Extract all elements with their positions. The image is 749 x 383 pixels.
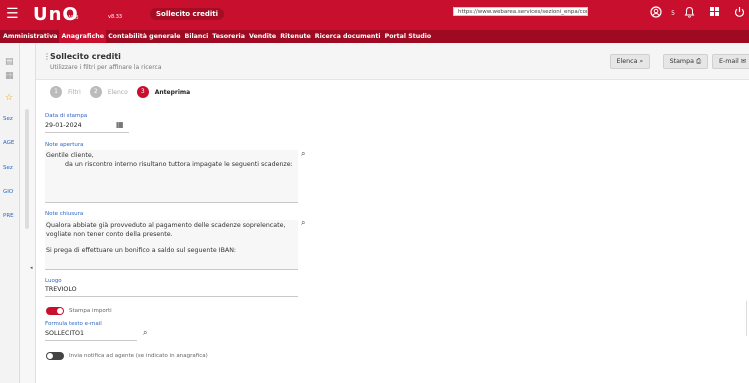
stampa-button[interactable]: Stampa ⎙ — [662, 54, 708, 69]
printer-icon: ⎙ — [695, 58, 701, 65]
search-icon: ⌕ — [639, 58, 643, 65]
luogo-input[interactable]: TREVIOLO — [45, 286, 77, 293]
wizard-steps: 1 Filtri 2 Elenco 3 Anteprima — [50, 85, 199, 99]
luogo-underline — [45, 296, 298, 297]
search-icon[interactable]: ⌕ — [301, 149, 305, 159]
top-bar: ☰ UnO WEB v8.33 Sollecito crediti https:… — [0, 0, 749, 30]
sidebar-item-age[interactable]: AGE — [3, 140, 14, 146]
invia-notifica-toggle[interactable] — [46, 352, 64, 360]
page-subtitle: Utilizzare i filtri per affinare la rice… — [50, 64, 162, 71]
formula-label: Formula testo e-mail — [45, 321, 102, 327]
nav-item-bilanci[interactable]: Bilanci — [183, 30, 211, 43]
step-label: Filtri — [68, 88, 81, 96]
layout-icon[interactable]: ▦ — [5, 71, 14, 81]
toggle-knob — [47, 353, 53, 359]
sidebar-item-pre[interactable]: PRE — [3, 213, 14, 219]
data-stampa-input[interactable]: 29-01-2024 — [45, 122, 82, 129]
user-icon[interactable]: 5 — [650, 6, 675, 24]
main-navbar: Amministrativa Anagrafiche Contabilità gen… — [0, 30, 749, 43]
formula-underline — [45, 340, 137, 341]
collapse-marker-icon[interactable]: ◂ — [30, 265, 33, 271]
email-button[interactable]: E-mail ✉ — [711, 54, 749, 69]
sidebar-item-sez-1[interactable]: Sez — [3, 116, 13, 122]
nav-item-tesoreria[interactable]: Tesoreria — [210, 30, 247, 43]
nav-item-amministrativa[interactable]: Amministrativa — [0, 30, 59, 43]
nav-item-portal-studio[interactable]: Portal Studio — [383, 30, 434, 43]
envelope-icon: ✉ — [740, 58, 746, 65]
bell-icon[interactable] — [684, 6, 695, 24]
notification-count-badge: 5 — [671, 10, 675, 17]
hamburger-menu-icon[interactable]: ☰ — [6, 7, 19, 21]
stampa-importi-label: Stampa importi — [69, 308, 112, 314]
document-icon[interactable]: ▤ — [5, 57, 14, 67]
data-stampa-label: Data di stampa — [45, 113, 88, 119]
invia-notifica-label: Invia notifica ad agente (se indicato in… — [69, 353, 208, 359]
page-header: ⋮ Sollecito crediti Utilizzare i filtri … — [36, 43, 749, 98]
step-number: 2 — [89, 86, 102, 98]
step-label: Anteprima — [154, 88, 191, 96]
logo-sub-label: WEB — [67, 15, 79, 21]
nav-item-contabilita[interactable]: Contabilità generale — [106, 30, 182, 43]
stampa-label: Stampa — [669, 58, 694, 65]
grid-icon[interactable] — [709, 6, 720, 24]
luogo-label: Luogo — [45, 278, 62, 284]
main-content: ⋮ Sollecito crediti Utilizzare i filtri … — [36, 43, 749, 383]
toggle-knob — [57, 308, 63, 314]
nav-item-ritenute[interactable]: Ritenute — [278, 30, 313, 43]
elenca-label: Elenca — [616, 58, 638, 65]
note-apertura-line2: da un riscontro interno risultano tuttor… — [65, 161, 293, 168]
power-icon[interactable] — [734, 6, 745, 24]
sidebar-scroll-strip: ◂ — [20, 43, 36, 383]
url-field: https://www.webarea.services/sezioni_enp… — [453, 7, 588, 16]
note-chiusura-line3: Si prega di effettuare un bonifico a sal… — [46, 247, 237, 254]
step-number: 3 — [136, 86, 149, 98]
sidebar-item-gio[interactable]: GIO — [3, 189, 13, 195]
note-apertura-label: Note apertura — [45, 142, 84, 148]
star-icon[interactable]: ☆ — [5, 93, 13, 103]
app-version: v8.33 — [108, 14, 123, 20]
calendar-icon[interactable]: ▦ — [116, 120, 124, 129]
nav-item-ricerca-documenti[interactable]: Ricerca documenti — [313, 30, 383, 43]
nav-item-vendite[interactable]: Vendite — [247, 30, 278, 43]
note-chiusura-line1: Qualora abbiate già provveduto al pagame… — [46, 222, 286, 229]
note-chiusura-label: Note chiusura — [45, 211, 84, 217]
stampa-importi-toggle[interactable] — [46, 307, 64, 315]
step-elenco[interactable]: 2 Elenco — [89, 86, 128, 98]
note-chiusura-textarea[interactable]: Qualora abbiate già provveduto al pagame… — [45, 220, 298, 270]
nav-item-anagrafiche[interactable]: Anagrafiche — [59, 30, 107, 43]
step-number: 1 — [50, 86, 62, 98]
note-chiusura-line2: vogliate non tener conto della presente. — [46, 231, 173, 238]
search-icon[interactable]: ⌕ — [301, 218, 305, 228]
sidebar-scrollbar[interactable] — [25, 109, 29, 229]
note-apertura-line1: Gentile cliente, — [46, 152, 94, 159]
note-apertura-textarea[interactable]: Gentile cliente, da un riscontro interno… — [45, 150, 298, 203]
step-filtri[interactable]: 1 Filtri — [50, 86, 81, 98]
data-stampa-underline — [45, 132, 129, 133]
search-icon[interactable]: ⌕ — [143, 328, 147, 338]
top-icons: 5 — [650, 6, 745, 24]
step-anteprima[interactable]: 3 Anteprima — [136, 86, 191, 98]
step-label: Elenco — [107, 88, 128, 96]
context-pill: Sollecito crediti — [150, 8, 225, 20]
left-sidebar: ▤ ▦ ☆ Sez AGE Sez GIO PRE — [0, 43, 20, 383]
page-title: Sollecito crediti — [50, 52, 121, 61]
elenca-button[interactable]: Elenca ⌕ — [609, 54, 650, 69]
sidebar-item-sez-2[interactable]: Sez — [3, 165, 13, 171]
email-label: E-mail — [718, 58, 739, 65]
formula-input[interactable]: SOLLECITO1 — [45, 330, 84, 337]
